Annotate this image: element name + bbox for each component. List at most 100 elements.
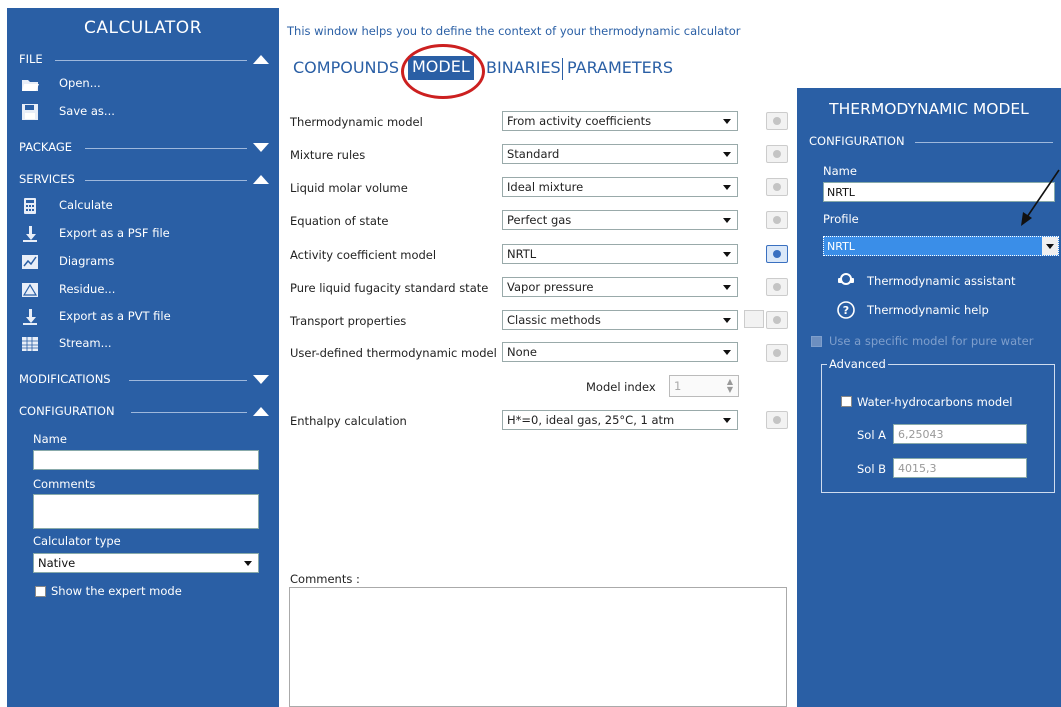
- expert-mode-label: Show the expert mode: [51, 584, 182, 598]
- mixture-rules-select[interactable]: Standard: [502, 144, 738, 164]
- sidebar-item-calculate[interactable]: Calculate: [21, 196, 271, 216]
- thermodynamic-help-link[interactable]: ? Thermodynamic help: [837, 301, 1057, 321]
- sidebar-item-label: Calculate: [59, 198, 113, 212]
- spin-arrows-icon[interactable]: ▲ ▼: [727, 378, 733, 394]
- liquid-molar-volume-select[interactable]: Ideal mixture: [502, 177, 738, 197]
- sol-a-input[interactable]: 6,25043: [893, 424, 1027, 444]
- thermodynamic-model-label: Thermodynamic model: [290, 115, 423, 129]
- sidebar-item-label: Export as a PVT file: [59, 309, 171, 323]
- sidebar-item-label: Save as...: [59, 104, 115, 118]
- view-icon[interactable]: [766, 211, 788, 229]
- table-icon: [22, 337, 38, 351]
- sidebar-item-export-psf[interactable]: Export as a PSF file: [21, 224, 271, 244]
- transport-properties-select[interactable]: Classic methods: [502, 310, 738, 330]
- thermodynamic-assistant-link[interactable]: Thermodynamic assistant: [837, 272, 1057, 292]
- tab-binaries[interactable]: BINARIES: [486, 58, 561, 77]
- liquid-molar-volume-label: Liquid molar volume: [290, 181, 408, 195]
- expand-icon[interactable]: [253, 375, 269, 384]
- section-services-header[interactable]: SERVICES: [19, 172, 269, 188]
- chevron-down-icon: [723, 350, 731, 355]
- chevron-down-icon: [723, 318, 731, 323]
- collapse-icon[interactable]: [253, 407, 269, 416]
- advanced-label: Advanced: [827, 357, 888, 371]
- specific-water-model-label: Use a specific model for pure water: [829, 334, 1034, 348]
- save-icon: [22, 104, 38, 120]
- calculator-sidebar: CALCULATOR FILE Open... Save as... PACKA…: [7, 8, 279, 707]
- sol-b-value: 4015,3: [898, 462, 937, 475]
- comments-textarea[interactable]: [289, 587, 787, 707]
- section-configuration-header[interactable]: CONFIGURATION: [19, 404, 269, 420]
- chevron-down-icon: [723, 418, 731, 423]
- calculator-type-value: Native: [38, 556, 76, 570]
- water-hydrocarbons-label: Water-hydrocarbons model: [857, 395, 1013, 409]
- chevron-down-icon: [723, 252, 731, 257]
- section-divider: [915, 142, 1053, 143]
- expert-mode-checkbox[interactable]: [35, 586, 46, 597]
- section-modifications-header[interactable]: MODIFICATIONS: [19, 372, 269, 388]
- thermodynamic-assistant-label: Thermodynamic assistant: [867, 274, 1016, 288]
- model-index-stepper[interactable]: 1 ▲ ▼: [669, 375, 739, 397]
- sidebar-item-residue[interactable]: Residue...: [21, 280, 271, 300]
- sidebar-item-label: Open...: [59, 76, 101, 90]
- thermodynamic-model-select[interactable]: From activity coefficients: [502, 111, 738, 131]
- tab-separator: [562, 58, 563, 80]
- pure-liquid-fugacity-select[interactable]: Vapor pressure: [502, 277, 738, 297]
- view-icon[interactable]: [766, 145, 788, 163]
- name-input[interactable]: [33, 450, 259, 470]
- sidebar-item-label: Stream...: [59, 336, 112, 350]
- sol-a-label: Sol A: [857, 428, 887, 442]
- sidebar-item-diagrams[interactable]: Diagrams: [21, 252, 271, 272]
- sol-b-input[interactable]: 4015,3: [893, 458, 1027, 478]
- model-index-value: 1: [674, 379, 682, 393]
- sidebar-item-save-as[interactable]: Save as...: [21, 102, 271, 122]
- water-hydrocarbons-checkbox[interactable]: [841, 396, 852, 407]
- activity-coefficient-model-label: Activity coefficient model: [290, 248, 437, 262]
- sidebar-item-open[interactable]: Open...: [21, 74, 271, 94]
- select-value: Vapor pressure: [507, 280, 594, 294]
- view-icon[interactable]: [766, 278, 788, 296]
- calculator-type-select[interactable]: Native: [33, 553, 259, 573]
- chevron-down-icon: [723, 152, 731, 157]
- chevron-down-icon[interactable]: [1042, 237, 1058, 255]
- view-icon[interactable]: [766, 311, 788, 329]
- view-icon[interactable]: [766, 178, 788, 196]
- panel-profile-select[interactable]: NRTL: [823, 236, 1059, 256]
- edit-icon[interactable]: [744, 310, 764, 328]
- comments-input[interactable]: [33, 494, 259, 529]
- expert-mode-toggle[interactable]: Show the expert mode: [33, 584, 233, 600]
- panel-profile-value: NRTL: [827, 240, 855, 253]
- equation-of-state-select[interactable]: Perfect gas: [502, 210, 738, 230]
- comments-label: Comments :: [290, 572, 360, 586]
- section-services-label: SERVICES: [19, 172, 75, 186]
- view-icon[interactable]: [766, 245, 788, 263]
- select-value: From activity coefficients: [507, 114, 652, 128]
- section-file-header[interactable]: FILE: [19, 52, 269, 68]
- enthalpy-calculation-label: Enthalpy calculation: [290, 414, 407, 428]
- tab-compounds[interactable]: COMPOUNDS: [293, 58, 399, 77]
- view-icon[interactable]: [766, 112, 788, 130]
- view-icon[interactable]: [766, 411, 788, 429]
- section-package-label: PACKAGE: [19, 140, 73, 154]
- collapse-icon[interactable]: [253, 175, 269, 184]
- tab-parameters[interactable]: PARAMETERS: [567, 58, 673, 77]
- sidebar-item-label: Residue...: [59, 282, 116, 296]
- activity-coefficient-model-select[interactable]: NRTL: [502, 244, 738, 264]
- chevron-down-icon: [723, 185, 731, 190]
- enthalpy-calculation-select[interactable]: H*=0, ideal gas, 25°C, 1 atm: [502, 410, 738, 430]
- user-defined-model-select[interactable]: None: [502, 342, 738, 362]
- residue-diagram-icon: [22, 283, 38, 297]
- panel-profile-label: Profile: [823, 212, 859, 226]
- expand-icon[interactable]: [253, 143, 269, 152]
- specific-water-model-checkbox[interactable]: [811, 336, 822, 347]
- sidebar-item-stream[interactable]: Stream...: [21, 334, 271, 354]
- section-configuration-label: CONFIGURATION: [19, 404, 115, 418]
- collapse-icon[interactable]: [253, 55, 269, 64]
- calculator-type-label: Calculator type: [33, 534, 121, 548]
- sidebar-item-export-pvt[interactable]: Export as a PVT file: [21, 307, 271, 327]
- diagram-icon: [22, 255, 38, 269]
- panel-configuration-label: CONFIGURATION: [809, 134, 905, 148]
- panel-name-label: Name: [823, 164, 857, 178]
- equation-of-state-label: Equation of state: [290, 214, 389, 228]
- view-icon[interactable]: [766, 344, 788, 362]
- section-package-header[interactable]: PACKAGE: [19, 140, 269, 156]
